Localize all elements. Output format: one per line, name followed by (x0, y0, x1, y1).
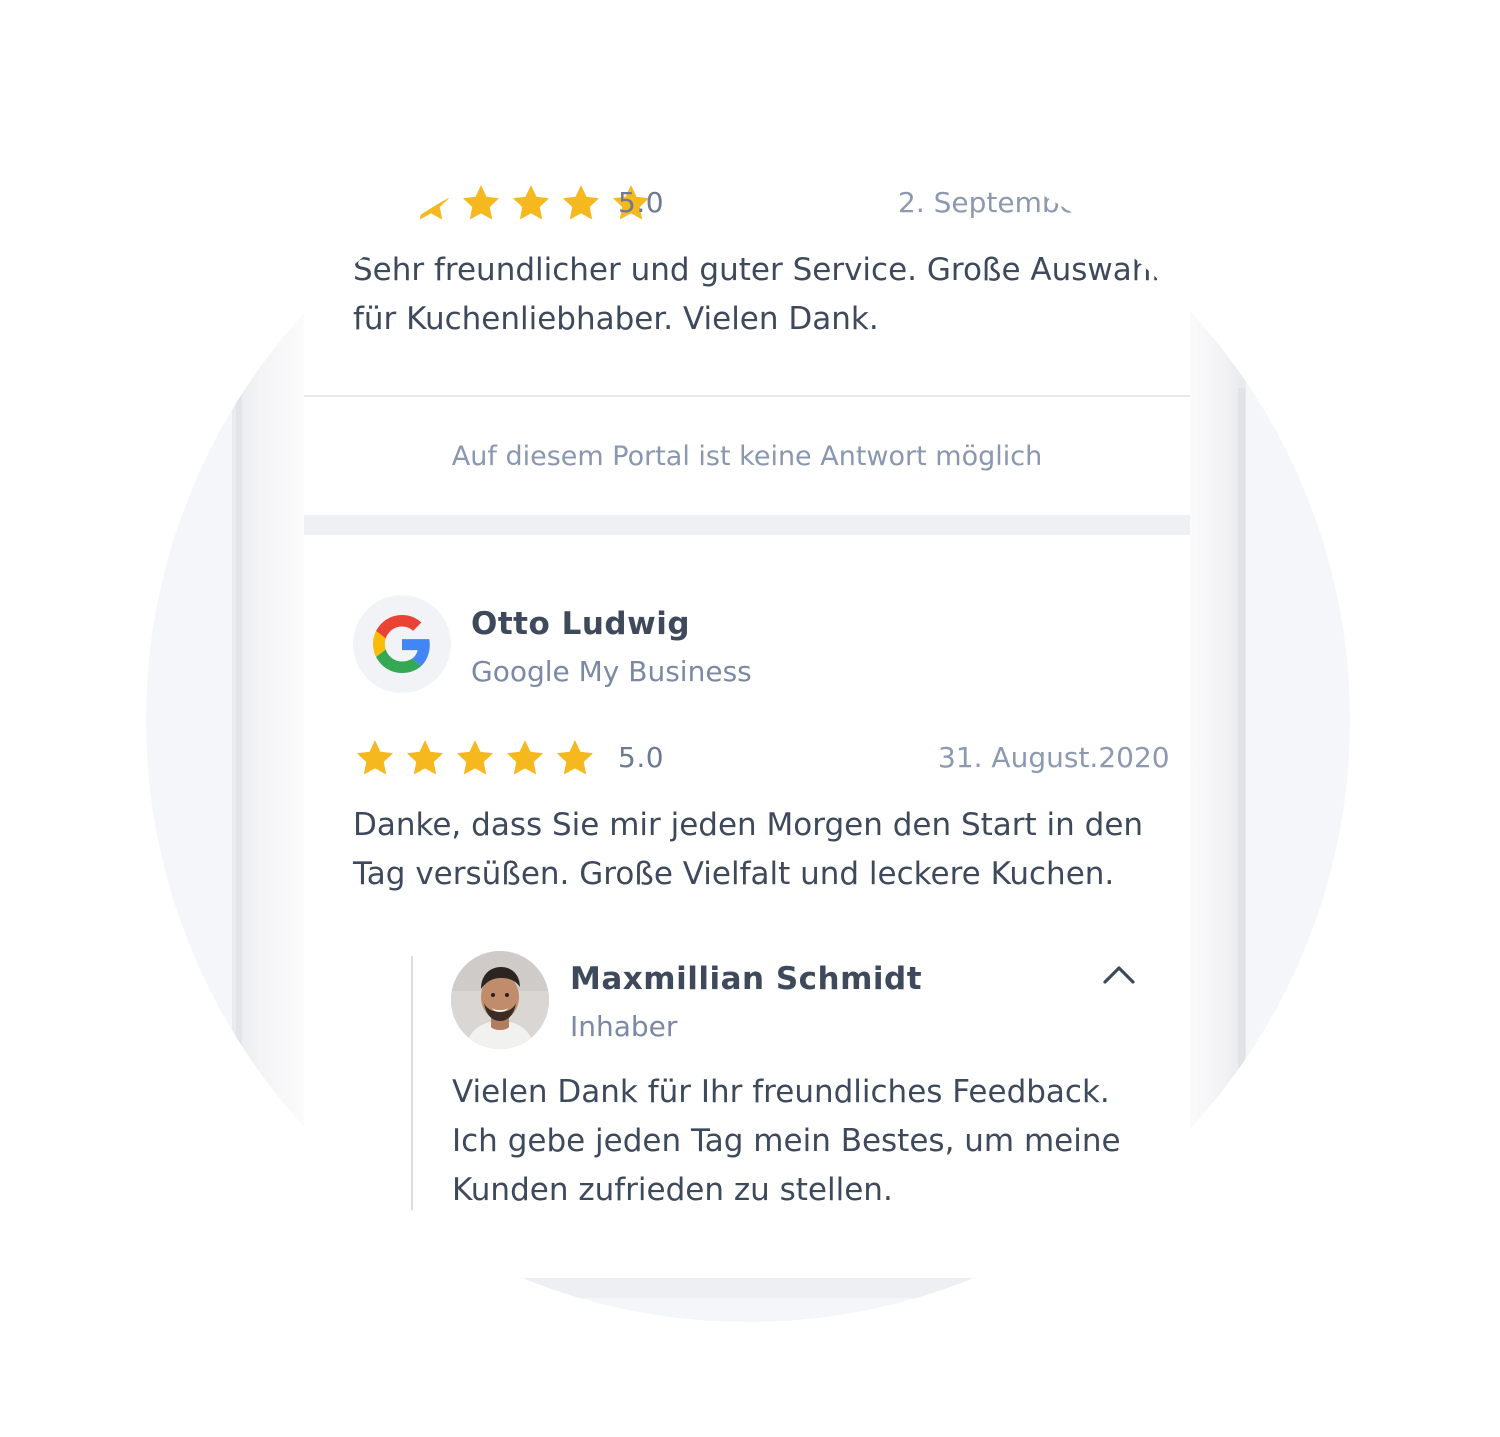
divider (304, 395, 1190, 397)
reply-indent-line (411, 956, 413, 1210)
review-source: Google My Business (471, 655, 752, 688)
phone-frame-right-edge (1238, 388, 1245, 1068)
review-text-line: Danke, dass Sie mir jeden Morgen den Sta… (353, 807, 1144, 843)
reply-text-line: Ich gebe jeden Tag mein Bestes, um meine (452, 1123, 1121, 1159)
reply-author-role: Inhaber (570, 1010, 678, 1043)
phone-frame-left (232, 118, 304, 1322)
no-reply-notice: Auf diesem Portal ist keine Antwort mögl… (451, 441, 1043, 472)
rating-value: 5.0 (618, 741, 665, 774)
star-icon (460, 182, 502, 224)
star-icon (354, 737, 396, 779)
review-date: 31. August.2020 (938, 741, 1170, 774)
review-list[interactable]: 5.0 2. Septembe Sehr freundlicher und gu… (304, 118, 1190, 1278)
star-icon (410, 182, 452, 224)
chevron-up-icon (1099, 966, 1139, 994)
review-text-line: Tag versüßen. Große Vielfalt und leckere… (353, 856, 1115, 892)
reply-text-line: Kunden zufrieden zu stellen. (452, 1172, 893, 1208)
review-feed-illustration: 5.0 2. Septembe Sehr freundlicher und gu… (0, 0, 1500, 1437)
star-icon (510, 182, 552, 224)
phone-viewport: 5.0 2. Septembe Sehr freundlicher und gu… (146, 118, 1350, 1322)
review-text-line: Sehr freundlicher und guter Service. Gro… (353, 252, 1160, 288)
rating-value: 5.0 (618, 186, 665, 219)
reply-text-line: Vielen Dank für Ihr freundliches Feedbac… (452, 1074, 1110, 1110)
card-separator (304, 515, 1190, 535)
star-rating (354, 737, 596, 779)
star-icon (554, 737, 596, 779)
star-rating (410, 182, 652, 224)
review-date: 2. Septembe (898, 186, 1077, 219)
screen-bottom-gap (304, 1278, 1190, 1298)
star-icon (560, 182, 602, 224)
review-text-line: für Kuchenliebhaber. Vielen Dank. (353, 301, 879, 337)
reviewer-name: Otto Ludwig (471, 606, 691, 642)
phone-frame-left-edge (236, 373, 242, 1183)
star-icon (404, 737, 446, 779)
collapse-reply-button[interactable] (1099, 960, 1139, 990)
avatar (451, 951, 549, 1049)
review-text: Sehr freundlicher und guter Service. Gro… (353, 246, 1160, 344)
reply-text: Vielen Dank für Ihr freundliches Feedbac… (452, 1068, 1121, 1215)
star-icon (454, 737, 496, 779)
reply-author-name: Maxmillian Schmidt (570, 961, 923, 997)
review-text: Danke, dass Sie mir jeden Morgen den Sta… (353, 801, 1143, 899)
star-icon (504, 737, 546, 779)
google-g-icon (353, 595, 451, 693)
